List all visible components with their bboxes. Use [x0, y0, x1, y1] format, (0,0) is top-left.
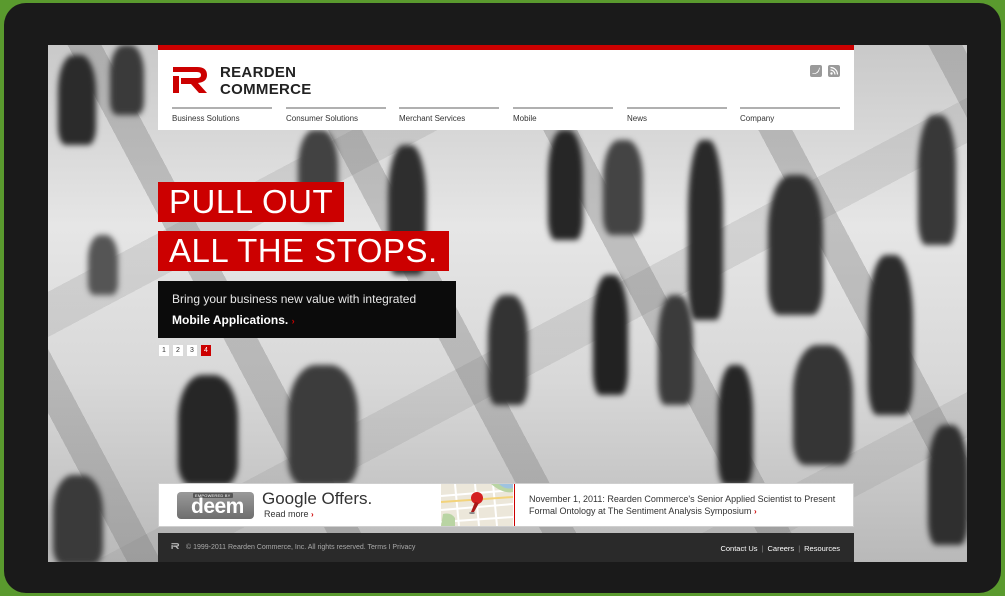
footer-link-careers[interactable]: Careers: [768, 544, 795, 553]
chevron-right-icon: ›: [753, 507, 757, 516]
read-more-label: Read more: [264, 509, 309, 519]
footer-separator: |: [761, 544, 764, 553]
rearden-logo-small-icon: [171, 542, 180, 550]
google-offers-title: Google Offers.: [262, 489, 373, 508]
footer-link-contact-us[interactable]: Contact Us: [720, 544, 757, 553]
panel-divider: [514, 484, 515, 526]
headline-line-1: PULL OUT: [158, 182, 345, 222]
footer-separator: |: [798, 544, 801, 553]
footer-link-resources[interactable]: Resources: [804, 544, 840, 553]
promo-panel: EMPOWERED BY deem Google Offers. Read mo…: [158, 483, 854, 527]
brand-name-line1: REARDEN: [220, 64, 297, 81]
pager-button-4[interactable]: 4: [201, 345, 211, 356]
copyright-text: © 1999-2011 Rearden Commerce, Inc. All r…: [186, 544, 416, 551]
mobile-applications-link[interactable]: Mobile Applications. ›: [172, 313, 442, 327]
brand-name[interactable]: REARDEN COMMERCE: [220, 64, 312, 98]
device-frame: REARDEN COMMERCE Business Solutions Cons…: [4, 3, 1001, 593]
promo-link-label: Mobile Applications.: [172, 313, 289, 327]
brand-name-line2: COMMERCE: [220, 81, 312, 98]
promo-text: Bring your business new value with integ…: [172, 292, 417, 306]
map-thumbnail[interactable]: [441, 484, 513, 526]
footer-links: Contact Us | Careers | Resources: [720, 544, 840, 553]
nav-news[interactable]: News: [627, 107, 727, 123]
news-text: November 1, 2011: Rearden Commerce's Sen…: [529, 494, 836, 516]
nav-consumer-solutions[interactable]: Consumer Solutions: [286, 107, 386, 123]
rearden-logo-icon[interactable]: [171, 63, 211, 97]
deem-logo[interactable]: EMPOWERED BY deem: [177, 492, 254, 519]
deem-wordmark: deem: [191, 495, 244, 518]
nav-mobile[interactable]: Mobile: [513, 107, 613, 123]
nav-company[interactable]: Company: [740, 107, 840, 123]
nav-merchant-services[interactable]: Merchant Services: [399, 107, 499, 123]
news-item-link[interactable]: November 1, 2011: Rearden Commerce's Sen…: [529, 493, 839, 518]
pager-button-2[interactable]: 2: [173, 345, 183, 356]
site-header: REARDEN COMMERCE Business Solutions Cons…: [158, 50, 854, 130]
site-footer: © 1999-2011 Rearden Commerce, Inc. All r…: [158, 533, 854, 562]
rss-icon[interactable]: [828, 65, 840, 77]
headline-line-2: ALL THE STOPS.: [158, 231, 449, 271]
chevron-right-icon: ›: [311, 510, 314, 519]
pager-button-3[interactable]: 3: [187, 345, 197, 356]
website-screen: REARDEN COMMERCE Business Solutions Cons…: [48, 45, 967, 562]
read-more-link[interactable]: Read more ›: [264, 509, 314, 519]
main-nav: Business Solutions Consumer Solutions Me…: [172, 107, 842, 127]
twitter-icon[interactable]: [810, 65, 822, 77]
hero-promo-box: Bring your business new value with integ…: [158, 281, 456, 338]
pager-button-1[interactable]: 1: [159, 345, 169, 356]
chevron-right-icon: ›: [291, 316, 295, 326]
nav-business-solutions[interactable]: Business Solutions: [172, 107, 272, 123]
map-pin-icon: [441, 484, 513, 526]
